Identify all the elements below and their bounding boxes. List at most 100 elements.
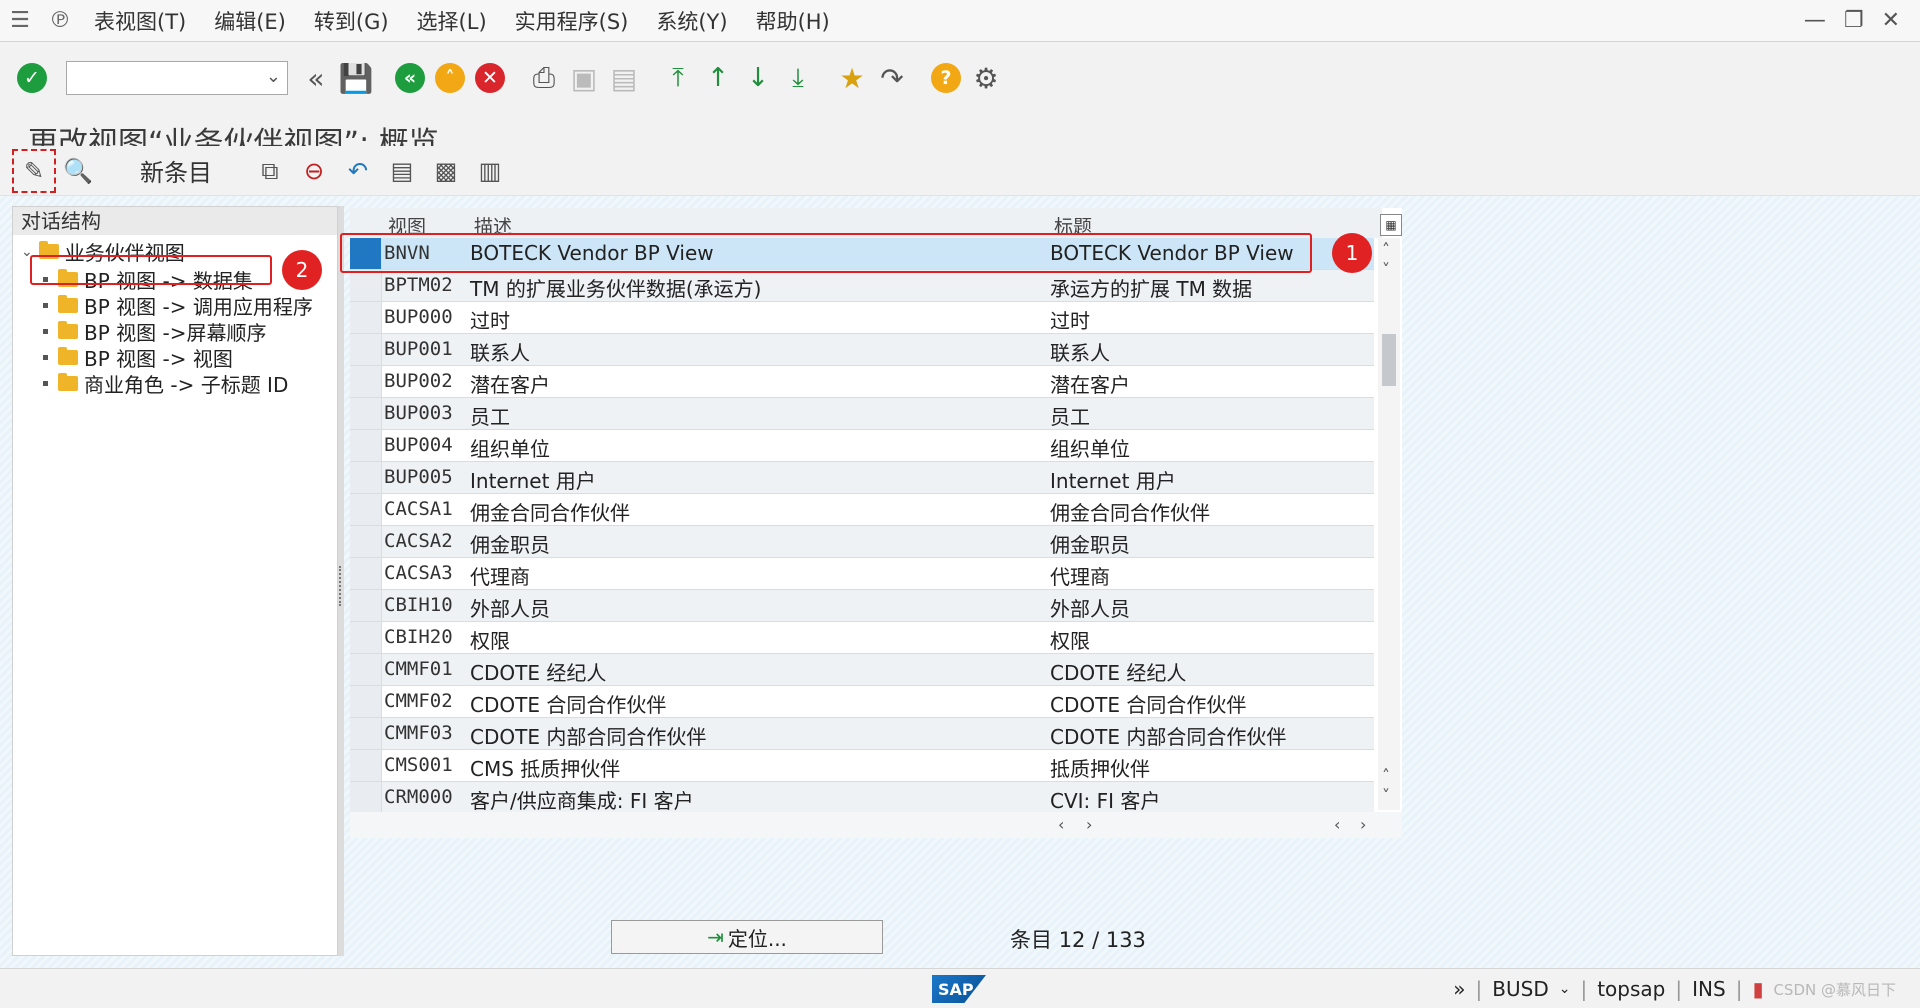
row-selector[interactable] [350,750,382,781]
next-page-icon[interactable]: ↓ [738,58,778,98]
row-selector[interactable] [350,398,382,429]
cell-title[interactable]: CDOTE 合同合作伙伴 [1050,689,1246,718]
table-row[interactable]: BPTM02 TM 的扩展业务伙伴数据(承运方) 承运方的扩展 TM 数据 [350,270,1374,302]
scroll-down-icon[interactable]: ˅ [1382,260,1390,279]
menu-selection[interactable]: 选择(L) [403,6,501,36]
table-row[interactable]: CMMF02 CDOTE 合同合作伙伴 CDOTE 合同合作伙伴 [350,686,1374,718]
row-selector[interactable] [350,686,382,717]
chevron-down-icon[interactable]: ⌄ [1559,981,1571,997]
cell-description[interactable]: 权限 [470,625,510,654]
cell-title[interactable]: 抵质押伙伴 [1050,753,1150,782]
cell-description[interactable]: CDOTE 合同合作伙伴 [470,689,666,718]
scroll-up-icon[interactable]: ˄ [1382,240,1390,259]
cell-description[interactable]: CMS 抵质押伙伴 [470,753,620,782]
select-block-icon[interactable]: ▩ [424,149,468,193]
find-icon[interactable]: ▣ [564,58,604,98]
cell-description[interactable]: 代理商 [470,561,530,590]
menu-utilities[interactable]: 实用程序(S) [501,6,643,36]
tree-item-role-subheader[interactable]: 商业角色 -> 子标题 ID [43,369,288,398]
command-input[interactable] [67,62,257,94]
cell-description[interactable]: 联系人 [470,337,530,366]
scroll-left-icon[interactable]: ‹ [1058,815,1064,834]
create-session-icon[interactable]: ★ [832,58,872,98]
cell-title[interactable]: 佣金合同合作伙伴 [1050,497,1210,526]
enter-icon[interactable]: ✓ [12,58,52,98]
cell-description[interactable]: 客户/供应商集成: FI 客户 [470,785,694,814]
table-row[interactable]: BUP000 过时 过时 [350,302,1374,334]
help-icon[interactable]: ? [926,58,966,98]
print-icon[interactable]: ⎙ [524,58,564,98]
table-row[interactable]: BUP005 Internet 用户 Internet 用户 [350,462,1374,494]
close-icon[interactable]: ✕ [1882,8,1900,33]
table-row[interactable]: BUP004 组织单位 组织单位 [350,430,1374,462]
copy-as-icon[interactable]: ⧉ [248,149,292,193]
command-field[interactable]: ⌄ [66,61,288,95]
scroll-left-icon[interactable]: ‹ [1334,815,1340,834]
expand-status-icon[interactable]: » [1453,977,1465,1001]
cell-description[interactable]: CDOTE 内部合同合作伙伴 [470,721,706,750]
deselect-all-icon[interactable]: ▥ [468,149,512,193]
shortcut-icon[interactable]: ↷ [872,58,912,98]
table-row[interactable]: CACSA2 佣金职员 佣金职员 [350,526,1374,558]
cell-title[interactable]: 外部人员 [1050,593,1130,622]
table-row[interactable]: CACSA1 佣金合同合作伙伴 佣金合同合作伙伴 [350,494,1374,526]
table-row[interactable]: CMS001 CMS 抵质押伙伴 抵质押伙伴 [350,750,1374,782]
table-row[interactable]: BUP001 联系人 联系人 [350,334,1374,366]
row-selector[interactable] [350,302,382,333]
chevron-down-icon[interactable]: ⌄ [266,66,281,87]
select-all-icon[interactable]: ▤ [380,149,424,193]
scroll-right-icon[interactable]: › [1360,815,1366,834]
tree-item-bp-view[interactable]: BP 视图 -> 视图 [43,343,233,372]
cell-description[interactable]: 佣金职员 [470,529,550,558]
undo-change-icon[interactable]: ↶ [336,149,380,193]
row-selector[interactable] [350,558,382,589]
cell-description[interactable]: 员工 [470,401,510,430]
table-settings-icon[interactable]: ▦ [1380,214,1402,236]
cell-description[interactable]: Internet 用户 [470,465,596,494]
cell-description[interactable]: 潜在客户 [470,369,550,398]
input-mode[interactable]: INS [1692,977,1726,1001]
scrollbar-thumb[interactable] [1382,334,1396,386]
cell-title[interactable]: 组织单位 [1050,433,1130,462]
tree-item-bp-calling-app[interactable]: BP 视图 -> 调用应用程序 [43,291,313,320]
cell-title[interactable]: 潜在客户 [1050,369,1130,398]
cell-description[interactable]: CDOTE 经纪人 [470,657,606,686]
tree-item-bp-screen-sequence[interactable]: BP 视图 ->屏幕顺序 [43,317,266,346]
cell-description[interactable]: 佣金合同合作伙伴 [470,497,630,526]
menu-help[interactable]: 帮助(H) [742,6,844,36]
cell-title[interactable]: 权限 [1050,625,1090,654]
minimize-icon[interactable]: — [1804,8,1826,33]
cell-title[interactable]: CDOTE 经纪人 [1050,657,1186,686]
row-selector[interactable] [350,270,382,301]
menu-goto[interactable]: 转到(G) [300,6,403,36]
row-selector[interactable] [350,782,382,813]
display-change-icon[interactable]: ✎ [12,148,56,193]
row-selector[interactable] [350,622,382,653]
cell-title[interactable]: Internet 用户 [1050,465,1176,494]
system-menu-icon[interactable]: ☰ [0,0,40,42]
row-selector[interactable] [350,590,382,621]
cell-description[interactable]: 组织单位 [470,433,550,462]
table-row[interactable]: CBIH10 外部人员 外部人员 [350,590,1374,622]
panel-splitter[interactable] [338,206,344,956]
save-icon[interactable]: 💾 [336,58,376,98]
back-icon[interactable]: « [390,58,430,98]
cell-title[interactable]: 员工 [1050,401,1090,430]
exit-icon[interactable]: ˄ [430,58,470,98]
table-row[interactable]: CMMF03 CDOTE 内部合同合作伙伴 CDOTE 内部合同合作伙伴 [350,718,1374,750]
row-selector[interactable] [350,718,382,749]
table-row[interactable]: CBIH20 权限 权限 [350,622,1374,654]
back-double-icon[interactable]: « [296,58,336,98]
cell-title[interactable]: CVI: FI 客户 [1050,785,1160,814]
settings-icon[interactable]: ⚙ [966,58,1006,98]
delete-icon[interactable]: ⊖ [292,149,336,193]
cell-title[interactable]: 代理商 [1050,561,1110,590]
cell-title[interactable]: 佣金职员 [1050,529,1130,558]
scroll-down-icon[interactable]: ˅ [1382,786,1390,805]
table-row[interactable]: CRM000 客户/供应商集成: FI 客户 CVI: FI 客户 [350,782,1374,814]
table-row[interactable]: BUP002 潜在客户 潜在客户 [350,366,1374,398]
row-selector[interactable] [350,366,382,397]
position-button[interactable]: ⇥ 定位... [611,920,883,954]
find-next-icon[interactable]: ▤ [604,58,644,98]
vertical-scrollbar[interactable]: ˄ ˅ ˄ ˅ [1378,238,1400,810]
